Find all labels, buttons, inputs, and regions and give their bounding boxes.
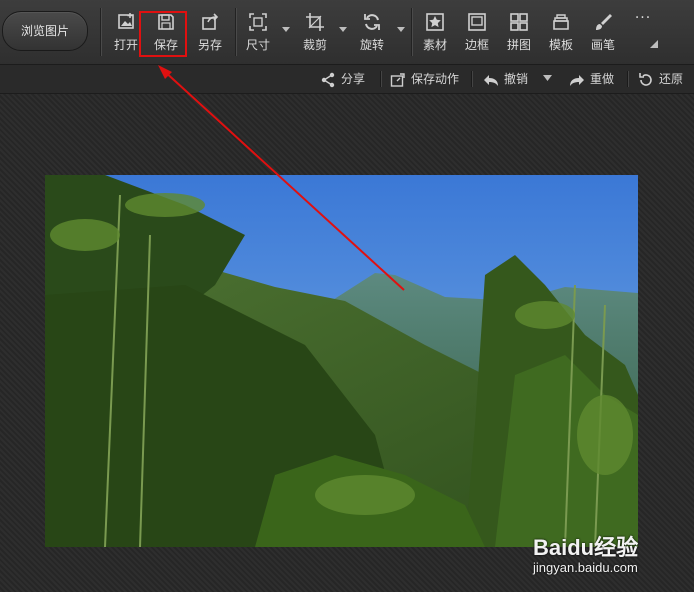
redo-icon	[570, 74, 584, 86]
save-highlight-box	[139, 11, 187, 57]
more-label: ···	[634, 10, 652, 26]
browse-images-button[interactable]: 浏览图片	[2, 11, 88, 51]
resize-button[interactable]: 尺寸	[239, 10, 277, 56]
resize-icon	[249, 13, 267, 31]
save-as-icon	[202, 13, 219, 30]
collage-label: 拼图	[506, 38, 531, 52]
material-button[interactable]: 素材	[416, 10, 454, 56]
photo-image	[45, 175, 638, 547]
template-icon	[553, 14, 569, 30]
brush-label: 画笔	[590, 38, 615, 52]
template-button[interactable]: 模板	[542, 10, 580, 56]
redo-button[interactable]: 重做	[569, 69, 614, 89]
toolbar-divider	[411, 8, 412, 56]
subbar-divider	[627, 71, 628, 87]
watermark-url: jingyan.baidu.com	[533, 560, 638, 575]
crop-icon	[306, 13, 324, 31]
save-as-label: 另存	[197, 38, 222, 52]
open-image-icon	[118, 13, 134, 29]
material-icon	[426, 13, 444, 31]
resize-label: 尺寸	[245, 38, 270, 52]
undo-label: 撤销	[504, 72, 529, 86]
save-action-button[interactable]: 保存动作	[390, 69, 459, 89]
share-icon	[321, 72, 335, 87]
undo-button[interactable]: 撤销	[483, 69, 528, 89]
border-label: 边框	[464, 38, 489, 52]
undo-dropdown-icon[interactable]	[543, 75, 552, 81]
save-as-button[interactable]: 另存	[191, 10, 229, 56]
save-action-label: 保存动作	[411, 72, 460, 86]
rotate-dropdown-icon[interactable]	[397, 27, 405, 32]
mountain-forest-photo[interactable]	[45, 175, 638, 547]
border-icon	[468, 13, 486, 31]
rotate-icon	[364, 14, 380, 30]
border-button[interactable]: 边框	[458, 10, 496, 56]
brush-icon	[596, 14, 612, 30]
watermark-logo: Baidu经验	[533, 535, 639, 560]
undo-icon	[484, 74, 498, 86]
restore-label: 还原	[659, 72, 684, 86]
main-toolbar: 浏览图片 打开 保存 另存 尺寸 裁剪 旋转 素材 边框 拼图 模板 画笔 ··…	[0, 0, 694, 65]
save-action-icon	[390, 72, 405, 87]
brush-button[interactable]: 画笔	[584, 10, 622, 56]
rotate-label: 旋转	[359, 38, 384, 52]
share-button[interactable]: 分享	[320, 69, 365, 89]
crop-button[interactable]: 裁剪	[296, 10, 334, 56]
toolbar-divider	[235, 8, 236, 56]
subbar-divider	[380, 71, 381, 87]
subbar-divider	[471, 71, 472, 87]
expand-corner-icon[interactable]	[650, 40, 658, 48]
resize-dropdown-icon[interactable]	[282, 27, 290, 32]
share-label: 分享	[341, 72, 366, 86]
rotate-button[interactable]: 旋转	[353, 10, 391, 56]
restore-icon	[639, 72, 652, 86]
restore-button[interactable]: 还原	[638, 69, 683, 89]
redo-label: 重做	[590, 72, 615, 86]
crop-dropdown-icon[interactable]	[339, 27, 347, 32]
collage-button[interactable]: 拼图	[500, 10, 538, 56]
material-label: 素材	[422, 38, 447, 52]
template-label: 模板	[548, 38, 573, 52]
toolbar-divider	[100, 8, 101, 56]
baidu-jingyan-watermark: Baidu经验 jingyan.baidu.com	[533, 530, 693, 586]
collage-icon	[510, 13, 528, 31]
crop-label: 裁剪	[302, 38, 327, 52]
action-bar: 分享 保存动作 撤销 重做 还原	[0, 65, 694, 94]
